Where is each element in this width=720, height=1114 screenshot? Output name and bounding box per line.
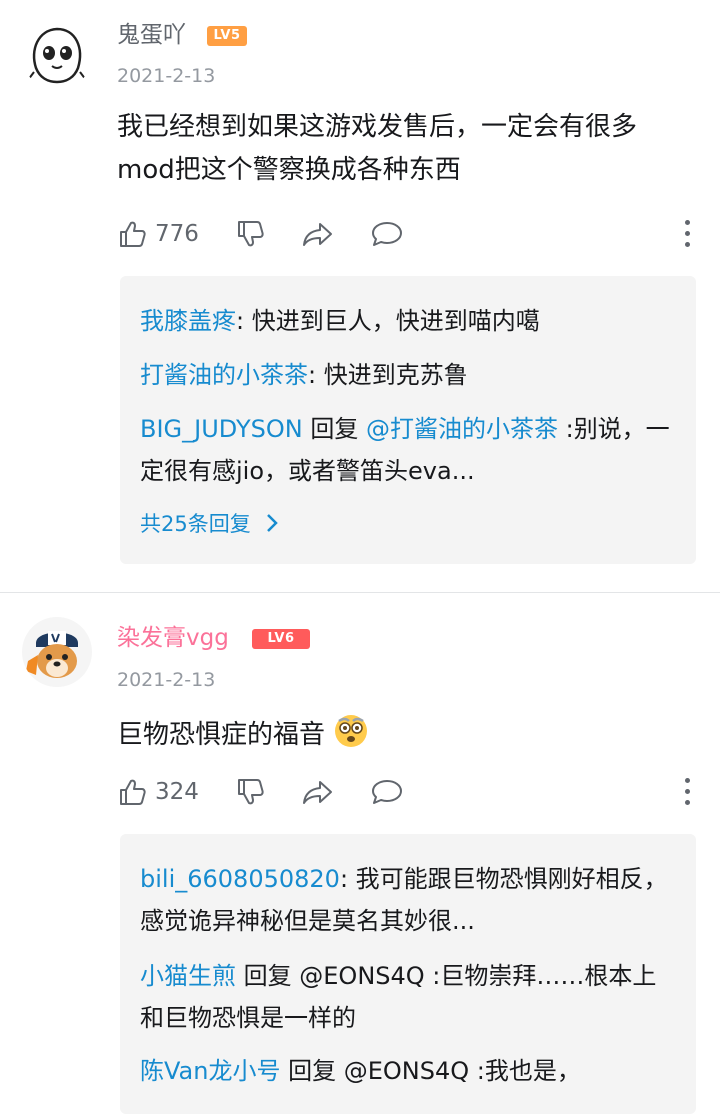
comment-bubble-icon (372, 780, 402, 804)
avatar[interactable] (22, 617, 92, 687)
reply-word: 回复 (236, 962, 300, 990)
reply-mention[interactable]: @EONS4Q (299, 962, 424, 990)
level-badge: LV6 (252, 629, 310, 649)
view-all-replies-link[interactable]: 共25条回复 (140, 509, 279, 539)
reply-separator: : (557, 415, 574, 443)
action-bar: 324 (117, 772, 697, 812)
reply-item: 陈Van龙小号 回复 @EONS4Q :我也是， (140, 1050, 680, 1092)
thumbs-up-icon (120, 779, 146, 805)
reply-username[interactable]: BIG_JUDYSON (140, 415, 303, 443)
action-bar: 776 (117, 214, 697, 254)
username[interactable]: 鬼蛋吖 (117, 20, 186, 50)
share-icon (303, 223, 332, 246)
reply-text: 快进到巨人，快进到喵内噶 (251, 307, 540, 335)
comment-text: 我已经想到如果这游戏发售后，一定会有很多mod把这个警察换成各种东西 (117, 112, 638, 185)
dislike-button[interactable] (235, 772, 265, 812)
reply-mention[interactable]: @EONS4Q (344, 1057, 469, 1085)
reply-item: bili_6608050820: 我可能跟巨物恐惧刚好相反，感觉诡异神秘但是莫名… (140, 858, 680, 942)
reply-text: 我也是， (484, 1057, 581, 1085)
reply-username[interactable]: bili_6608050820 (140, 865, 340, 893)
reply-username[interactable]: 打酱油的小茶茶 (140, 361, 308, 389)
comment-item: 染发膏vgg LV6 2021-2-13 巨物恐惧症的福音 324 bili_6… (0, 593, 720, 1114)
comment-text-content: 巨物恐惧症的福音 (117, 720, 326, 750)
sticker-face-icon (27, 27, 87, 84)
reply-separator: : (236, 307, 252, 335)
reply-text: 快进到克苏鲁 (323, 361, 468, 389)
share-icon (303, 781, 332, 804)
like-count: 776 (155, 221, 199, 247)
avatar[interactable] (22, 20, 92, 90)
reply-separator: : (424, 962, 441, 990)
astonished-face-emoji-icon (335, 715, 368, 747)
more-options-icon[interactable] (677, 218, 697, 250)
view-all-replies-label: 共25条回复 (140, 512, 251, 536)
reply-separator: : (339, 865, 356, 893)
thumbs-up-icon (120, 221, 146, 247)
comment-text: 巨物恐惧症的福音 (117, 713, 687, 757)
reply-separator: : (469, 1057, 485, 1085)
like-count: 324 (155, 779, 199, 805)
reply-separator: : (308, 361, 324, 389)
reply-username[interactable]: 小猫生煎 (140, 962, 236, 990)
share-button[interactable] (302, 214, 334, 254)
comment-date: 2021-2-13 (117, 669, 216, 691)
reply-preview-box[interactable]: bili_6608050820: 我可能跟巨物恐惧刚好相反，感觉诡异神秘但是莫名… (120, 834, 696, 1114)
chevron-right-icon (267, 514, 279, 532)
reply-mention[interactable]: @打酱油的小茶茶 (366, 415, 558, 443)
reply-button[interactable] (370, 772, 404, 812)
reply-word: 回复 (280, 1057, 344, 1085)
level-badge: LV5 (207, 26, 247, 46)
username[interactable]: 染发膏vgg (117, 623, 229, 653)
like-button[interactable]: 776 (117, 214, 199, 254)
thumbs-down-icon (238, 221, 264, 247)
thumbs-down-icon (238, 779, 264, 805)
reply-item: 打酱油的小茶茶: 快进到克苏鲁 (140, 354, 680, 396)
share-button[interactable] (302, 772, 334, 812)
dislike-button[interactable] (235, 214, 265, 254)
comment-date: 2021-2-13 (117, 65, 216, 87)
like-button[interactable]: 324 (117, 772, 199, 812)
shiba-dog-avatar-icon (26, 631, 78, 678)
comment-bubble-icon (372, 222, 402, 246)
reply-username[interactable]: 我膝盖疼 (140, 307, 236, 335)
reply-button[interactable] (370, 214, 404, 254)
reply-username[interactable]: 陈Van龙小号 (140, 1057, 280, 1085)
reply-preview-box[interactable]: 我膝盖疼: 快进到巨人，快进到喵内噶 打酱油的小茶茶: 快进到克苏鲁 BIG_J… (120, 276, 696, 564)
reply-word: 回复 (302, 415, 366, 443)
comment-item: 鬼蛋吖 LV5 2021-2-13 我已经想到如果这游戏发售后，一定会有很多mo… (0, 0, 720, 592)
more-options-icon[interactable] (677, 776, 697, 808)
reply-item: 我膝盖疼: 快进到巨人，快进到喵内噶 (140, 300, 680, 342)
reply-item: BIG_JUDYSON 回复 @打酱油的小茶茶 :别说，一定很有感jio，或者警… (140, 408, 680, 492)
reply-item: 小猫生煎 回复 @EONS4Q :巨物崇拜……根本上和巨物恐惧是一样的 (140, 955, 680, 1039)
